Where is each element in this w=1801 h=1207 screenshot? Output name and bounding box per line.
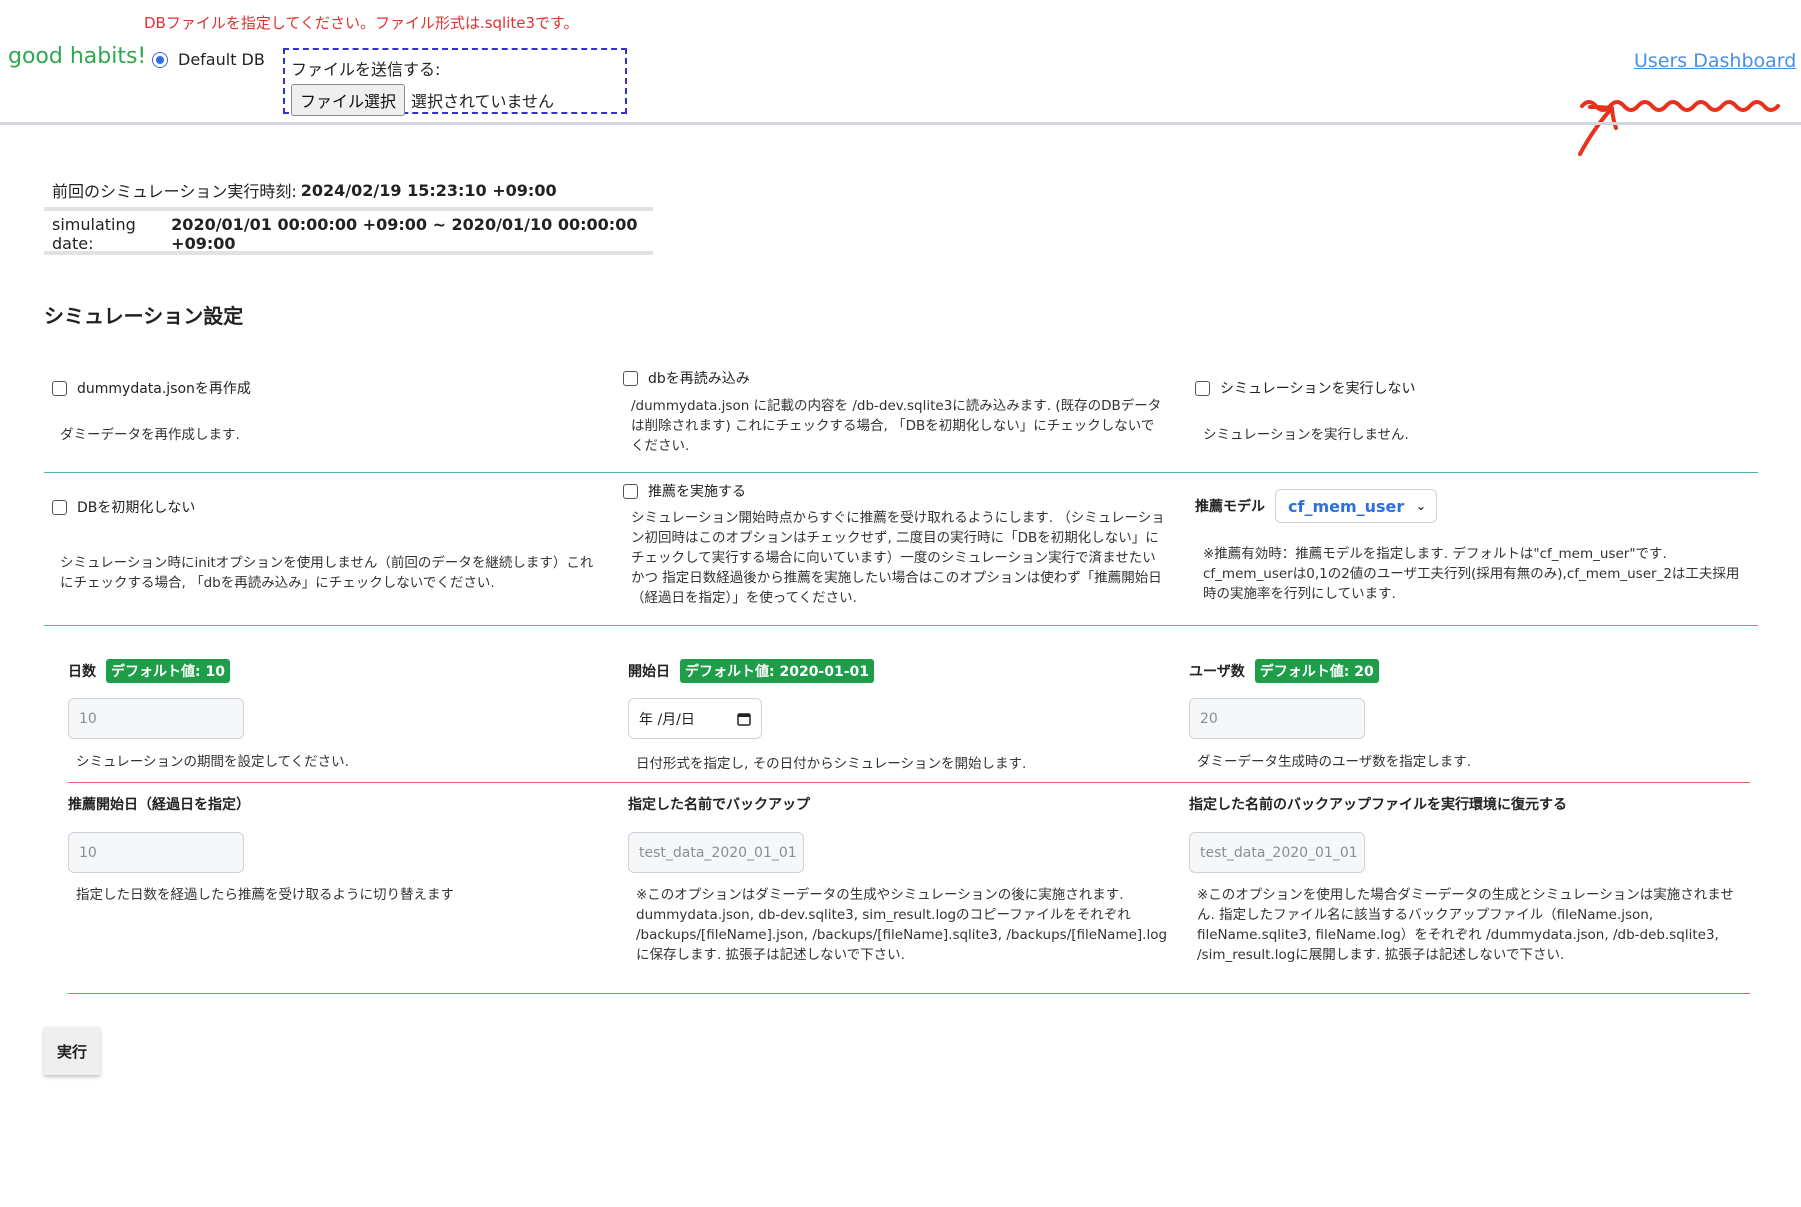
start-date-input[interactable]: 年 /月/日 [628, 698, 762, 739]
model-desc: ※推薦有効時：推薦モデルを指定します. デフォルトは"cf_mem_user"で… [1203, 546, 1740, 602]
start-desc: 日付形式を指定し, その日付からシミュレーションを開始します. [636, 756, 1027, 772]
restore-desc: ※このオプションを使用した場合ダミーデータの生成とシミュレーションは実施されませ… [1197, 887, 1734, 963]
upload-label: ファイルを送信する: [291, 60, 441, 79]
restore-input[interactable]: test_data_2020_01_01 [1189, 832, 1365, 873]
dummy-desc: ダミーデータを再作成します. [60, 427, 240, 443]
restore-field-label: 指定した名前のバックアップファイルを実行環境に復元する [1189, 794, 1567, 814]
days-default-badge: デフォルト値: 10 [106, 659, 230, 683]
brand-logo-text[interactable]: good habits! [8, 44, 146, 69]
restore-label: 指定した名前のバックアップファイルを実行環境に復元する [1189, 797, 1567, 813]
rec-start-input[interactable]: 10 [68, 832, 244, 873]
file-upload-box: ファイルを送信する: ファイル選択 選択されていません [283, 48, 627, 116]
sim-date-value: 2020/01/01 00:00:00 +09:00 ~ 2020/01/10 … [171, 215, 638, 253]
recommend-desc: シミュレーション開始時点からすぐに推薦を受け取れるようにします. （シミュレーシ… [631, 510, 1165, 606]
section-title: シミュレーション設定 [44, 304, 244, 328]
days-field-label: 日数 デフォルト値: 10 [68, 659, 230, 683]
model-label: 推薦モデル [1195, 499, 1265, 515]
checkbox-icon[interactable] [1195, 380, 1210, 396]
default-db-radio[interactable]: Default DB [152, 50, 265, 69]
reload-desc: /dummydata.json に記載の内容を /db-dev.sqlite3に… [631, 398, 1162, 454]
no-init-label: DBを初期化しない [77, 500, 196, 516]
dummy-checkbox[interactable]: dummydata.jsonを再作成 [52, 378, 251, 398]
header-divider [0, 122, 1801, 125]
backup-input[interactable]: test_data_2020_01_01 [628, 832, 804, 873]
start-field-label: 開始日 デフォルト値: 2020-01-01 [628, 659, 875, 683]
recommend-label: 推薦を実施する [648, 484, 746, 500]
checkbox-icon[interactable] [52, 499, 67, 515]
users-field-label: ユーザ数 デフォルト値: 20 [1189, 659, 1379, 683]
reload-label: dbを再読み込み [648, 371, 750, 387]
dummy-label: dummydata.jsonを再作成 [77, 381, 251, 397]
start-label: 開始日 [628, 664, 670, 680]
calendar-icon[interactable] [737, 712, 751, 726]
last-run-label: 前回のシミュレーション実行時刻: [52, 182, 297, 201]
db-file-warning: DBファイルを指定してください。ファイル形式は.sqlite3です。 [144, 14, 579, 32]
sim-date-label: simulating date: [52, 215, 136, 253]
sim-date-panel: simulating date: 2020/01/01 00:00:00 +09… [44, 215, 653, 255]
users-desc: ダミーデータ生成時のユーザ数を指定します. [1197, 754, 1472, 770]
checkbox-icon[interactable] [52, 380, 67, 396]
fields-divider-2 [68, 993, 1750, 994]
rec-start-field-label: 推薦開始日（経過日を指定） [68, 794, 250, 814]
days-label: 日数 [68, 664, 96, 680]
last-run-value: 2024/02/19 15:23:10 +09:00 [300, 180, 557, 200]
options-divider-2 [44, 625, 1758, 626]
fields-divider-1 [68, 782, 1750, 783]
model-row: 推薦モデル cf_mem_user ⌄ [1195, 489, 1437, 523]
days-desc: シミュレーションの期間を設定してください. [76, 754, 349, 770]
users-default-badge: デフォルト値: 20 [1254, 659, 1379, 683]
rec-start-desc: 指定した日数を経過したら推薦を受け取るように切り替えます [76, 887, 454, 903]
reload-checkbox[interactable]: dbを再読み込み [623, 368, 750, 388]
no-init-desc: シミュレーション時にinitオプションを使用しません（前回のデータを継続します）… [60, 555, 594, 591]
model-select[interactable]: cf_mem_user ⌄ [1275, 489, 1437, 523]
chevron-down-icon: ⌄ [1415, 499, 1426, 513]
start-date-placeholder: 年 /月/日 [639, 711, 695, 728]
run-button[interactable]: 実行 [44, 1027, 100, 1075]
last-run-panel: 前回のシミュレーション実行時刻: 2024/02/19 15:23:10 +09… [44, 173, 653, 211]
backup-field-label: 指定した名前でバックアップ [628, 794, 810, 814]
options-divider-1 [44, 472, 1758, 473]
start-default-badge: デフォルト値: 2020-01-01 [680, 659, 875, 683]
checkbox-icon[interactable] [623, 483, 638, 499]
choose-file-button[interactable]: ファイル選択 [291, 84, 406, 116]
radio-selected-icon[interactable] [152, 51, 168, 68]
no-sim-label: シミュレーションを実行しない [1220, 381, 1416, 397]
file-status: 選択されていません [411, 92, 555, 111]
no-sim-checkbox[interactable]: シミュレーションを実行しない [1195, 378, 1415, 398]
default-db-label: Default DB [178, 50, 265, 69]
rec-start-label: 推薦開始日（経過日を指定） [68, 797, 250, 813]
backup-label: 指定した名前でバックアップ [628, 797, 810, 813]
checkbox-icon[interactable] [623, 370, 638, 386]
users-input[interactable]: 20 [1189, 698, 1365, 739]
users-label: ユーザ数 [1189, 664, 1245, 680]
days-input[interactable]: 10 [68, 698, 244, 739]
recommend-checkbox[interactable]: 推薦を実施する [623, 481, 746, 501]
backup-desc: ※このオプションはダミーデータの生成やシミュレーションの後に実施されます. du… [636, 887, 1168, 963]
no-sim-desc: シミュレーションを実行しません. [1203, 427, 1409, 443]
no-init-checkbox[interactable]: DBを初期化しない [52, 497, 195, 517]
model-selected-value: cf_mem_user [1288, 496, 1405, 516]
users-dashboard-link[interactable]: Users Dashboard [1634, 50, 1796, 72]
